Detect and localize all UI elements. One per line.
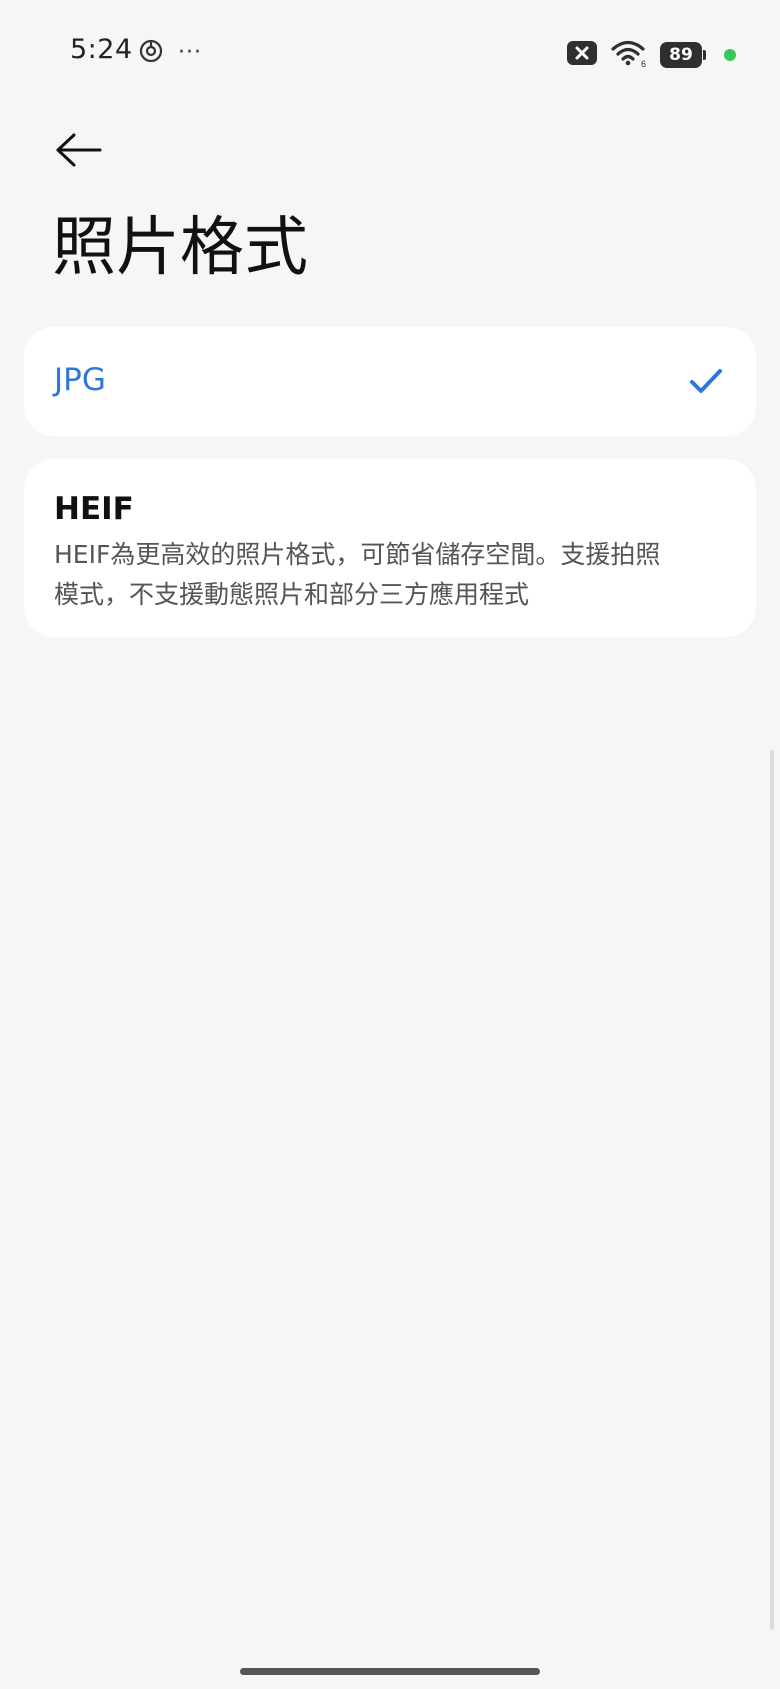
option-heif-description: HEIF為更高效的照片格式，可節省儲存空間。支援拍照模式，不支援動態照片和部分三… [54,540,661,609]
svg-text:6: 6 [641,59,646,68]
battery-tip [703,50,706,60]
focus-icon [138,38,164,68]
more-dots-icon: ··· [178,40,202,65]
battery-icon: 89 [660,42,706,68]
status-right-icons: 6 89 [566,38,736,72]
page-title: 照片格式 [52,211,308,285]
checkmark-icon [690,369,722,393]
status-time: 5:24 [70,34,133,65]
back-button[interactable] [48,120,108,180]
status-left-icons: ··· [138,38,202,68]
option-heif[interactable]: HEIF HEIF為更高效的照片格式，可節省儲存空間。支援拍照模式，不支援動態照… [24,459,756,637]
home-indicator[interactable] [240,1668,540,1675]
back-arrow-icon [56,133,102,167]
option-heif-label: HEIF [54,491,134,527]
status-bar: 5:24 ··· 6 89 [0,0,780,104]
wifi-icon: 6 [610,38,648,72]
battery-level: 89 [660,42,702,68]
option-jpg-label: JPG [54,362,106,398]
option-jpg[interactable]: JPG [24,327,756,436]
scrollbar[interactable] [770,750,774,1630]
close-box-icon [566,40,598,70]
green-dot-indicator [724,49,736,61]
